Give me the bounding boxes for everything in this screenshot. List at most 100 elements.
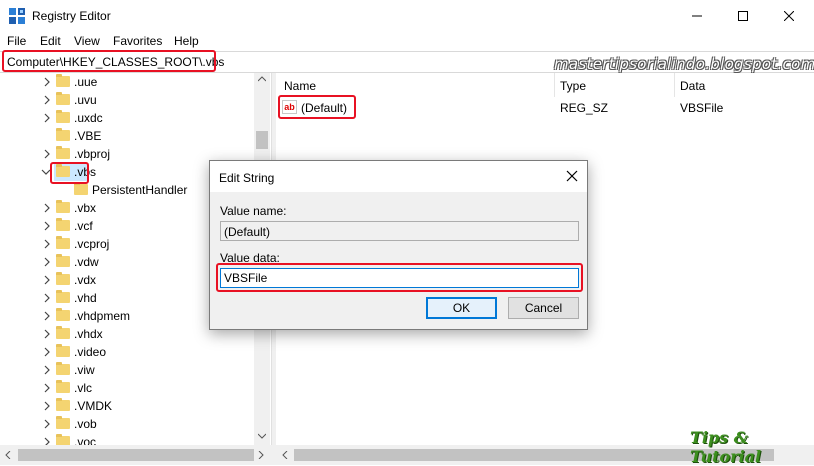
close-button[interactable] bbox=[766, 0, 812, 32]
column-data[interactable]: Data bbox=[680, 79, 705, 93]
tree-item-label: .VBE bbox=[74, 129, 102, 143]
folder-icon bbox=[56, 416, 70, 429]
menu-view[interactable]: View bbox=[74, 34, 100, 48]
chevron-right-icon[interactable] bbox=[42, 257, 52, 267]
tree-item-label: .viw bbox=[74, 363, 95, 377]
tree-scroll-thumb[interactable] bbox=[256, 131, 268, 149]
folder-icon bbox=[56, 236, 70, 249]
close-icon[interactable] bbox=[565, 169, 579, 183]
chevron-right-icon[interactable] bbox=[42, 347, 52, 357]
tree-item-label: .VMDK bbox=[74, 399, 113, 413]
maximize-button[interactable] bbox=[720, 0, 766, 32]
value-name-label: Value name: bbox=[220, 204, 287, 218]
title-bar: Registry Editor bbox=[0, 0, 814, 32]
value-data: VBSFile bbox=[680, 101, 724, 115]
value-name-field: (Default) bbox=[220, 221, 579, 241]
folder-icon bbox=[56, 344, 70, 357]
folder-icon bbox=[74, 182, 88, 195]
chevron-right-icon[interactable] bbox=[42, 203, 52, 213]
folder-icon bbox=[56, 218, 70, 231]
scroll-left-icon[interactable] bbox=[5, 451, 11, 459]
edit-string-dialog: Edit String Value name: (Default) Value … bbox=[209, 160, 588, 330]
chevron-right-icon[interactable] bbox=[42, 221, 52, 231]
folder-icon bbox=[56, 110, 70, 123]
dialog-title-bar: Edit String bbox=[210, 161, 587, 192]
registry-editor-icon bbox=[9, 8, 25, 24]
folder-icon bbox=[56, 290, 70, 303]
folder-icon bbox=[56, 146, 70, 159]
chevron-right-icon[interactable] bbox=[42, 239, 52, 249]
chevron-right-icon[interactable] bbox=[42, 293, 52, 303]
column-type[interactable]: Type bbox=[560, 79, 586, 93]
close-icon bbox=[784, 11, 794, 21]
tree-item[interactable]: .video bbox=[0, 343, 255, 361]
column-separator[interactable] bbox=[674, 73, 675, 97]
folder-icon bbox=[56, 92, 70, 105]
minimize-button[interactable] bbox=[674, 0, 720, 32]
tree-item[interactable]: .uue bbox=[0, 73, 255, 91]
site-watermark: mastertipsorialindo.blogspot.com bbox=[554, 55, 814, 73]
menu-file[interactable]: File bbox=[7, 34, 26, 48]
tree-item[interactable]: .uvu bbox=[0, 91, 255, 109]
chevron-right-icon[interactable] bbox=[42, 95, 52, 105]
menu-bar: File Edit View Favorites Help bbox=[0, 32, 814, 51]
ok-button[interactable]: OK bbox=[426, 297, 497, 319]
chevron-right-icon[interactable] bbox=[42, 77, 52, 87]
folder-icon bbox=[56, 272, 70, 285]
window-title: Registry Editor bbox=[32, 9, 111, 23]
chevron-right-icon[interactable] bbox=[42, 401, 52, 411]
folder-icon bbox=[56, 308, 70, 321]
chevron-right-icon[interactable] bbox=[42, 311, 52, 321]
tree-item-label: .vbproj bbox=[74, 147, 111, 161]
tree-item-label: .vbx bbox=[74, 201, 97, 215]
tree-item[interactable]: .voc bbox=[0, 433, 255, 445]
tree-item[interactable]: .VMDK bbox=[0, 397, 255, 415]
tree-hscroll-thumb[interactable] bbox=[18, 449, 254, 461]
chevron-right-icon[interactable] bbox=[42, 365, 52, 375]
tree-item[interactable]: .vlc bbox=[0, 379, 255, 397]
folder-icon bbox=[56, 398, 70, 411]
menu-edit[interactable]: Edit bbox=[40, 34, 61, 48]
dialog-title: Edit String bbox=[219, 171, 275, 185]
tree-item[interactable]: .VBE bbox=[0, 127, 255, 145]
scroll-up-icon[interactable] bbox=[258, 76, 266, 82]
chevron-right-icon[interactable] bbox=[42, 419, 52, 429]
menu-favorites[interactable]: Favorites bbox=[113, 34, 162, 48]
chevron-right-icon[interactable] bbox=[42, 275, 52, 285]
cancel-button[interactable]: Cancel bbox=[508, 297, 579, 319]
column-separator[interactable] bbox=[554, 73, 555, 97]
column-name[interactable]: Name bbox=[284, 79, 316, 93]
chevron-right-icon[interactable] bbox=[42, 437, 52, 445]
tree-item-label: .vdw bbox=[74, 255, 99, 269]
address-highlight bbox=[2, 50, 216, 72]
default-highlight bbox=[278, 95, 356, 119]
scroll-down-icon[interactable] bbox=[258, 433, 266, 439]
chevron-right-icon[interactable] bbox=[42, 113, 52, 123]
list-header: Name Type Data bbox=[276, 73, 814, 97]
tree-item-label: .video bbox=[74, 345, 107, 359]
menu-help[interactable]: Help bbox=[174, 34, 199, 48]
folder-icon bbox=[56, 200, 70, 213]
chevron-right-icon[interactable] bbox=[42, 329, 52, 339]
chevron-right-icon[interactable] bbox=[42, 149, 52, 159]
scroll-right-icon[interactable] bbox=[258, 451, 264, 459]
folder-icon bbox=[56, 128, 70, 141]
tree-item-label: .vhdpmem bbox=[74, 309, 131, 323]
tree-item-label: .vhd bbox=[74, 291, 97, 305]
tree-item-label: .vcf bbox=[74, 219, 93, 233]
tree-item[interactable]: .vob bbox=[0, 415, 255, 433]
tree-item-label: .voc bbox=[74, 435, 97, 445]
value-row-default[interactable]: ab (Default) REG_SZ VBSFile bbox=[276, 97, 814, 117]
tree-item-label: .vdx bbox=[74, 273, 97, 287]
folder-icon bbox=[56, 380, 70, 393]
folder-icon bbox=[56, 434, 70, 445]
folder-icon bbox=[56, 254, 70, 267]
maximize-icon bbox=[738, 11, 748, 21]
chevron-right-icon[interactable] bbox=[42, 383, 52, 393]
scroll-left-icon[interactable] bbox=[282, 451, 288, 459]
tree-item[interactable]: .uxdc bbox=[0, 109, 255, 127]
vbs-highlight bbox=[50, 162, 89, 184]
minimize-icon bbox=[692, 15, 702, 17]
tree-item[interactable]: .viw bbox=[0, 361, 255, 379]
tree-item-label: .vcproj bbox=[74, 237, 110, 251]
